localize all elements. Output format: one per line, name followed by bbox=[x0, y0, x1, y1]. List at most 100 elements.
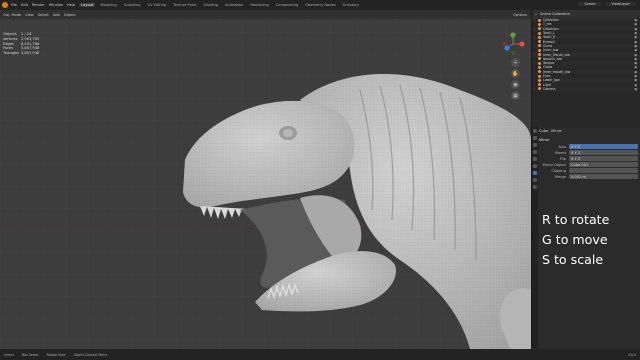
object-type-icon bbox=[538, 61, 541, 65]
scene-selector[interactable]: Scene bbox=[578, 2, 602, 6]
tab-uv-editing[interactable]: UV Editing bbox=[146, 3, 169, 7]
outliner-item[interactable]: Camera ◉ bbox=[532, 86, 640, 92]
object-type-icon bbox=[538, 70, 541, 74]
object-type-icon bbox=[538, 31, 541, 35]
field-value[interactable]: X Y Z bbox=[569, 144, 638, 149]
render-tab-icon[interactable] bbox=[533, 136, 537, 140]
caption-rotate: R to rotate bbox=[542, 212, 610, 227]
menu-window[interactable]: Window bbox=[49, 3, 63, 7]
merge-field[interactable]: Merge 0.001 m bbox=[539, 174, 638, 179]
object-type-icon bbox=[538, 18, 541, 22]
scene-tab-icon[interactable] bbox=[533, 150, 537, 154]
menu-view[interactable]: View bbox=[25, 13, 34, 17]
object-type-icon bbox=[538, 44, 541, 48]
field-value[interactable]: Cube.001 bbox=[569, 162, 638, 167]
object-type-icon bbox=[538, 83, 541, 87]
menu-select[interactable]: Select bbox=[38, 13, 49, 17]
status-bar: Select Box Select Rotate View Object Con… bbox=[0, 349, 640, 360]
stat-value: 5,807,938 bbox=[21, 51, 40, 56]
object-type-icon bbox=[538, 40, 541, 44]
outliner-panel: ⌕ Scene Collection Collection ◉ T_rex ◉ Coll… bbox=[531, 10, 640, 126]
navigation-gizmo[interactable]: + ✋ ◉ ▦ bbox=[498, 32, 528, 102]
3d-viewport[interactable]: Obj. Mode View Select Add Object Options… bbox=[0, 10, 531, 349]
mode-selector[interactable]: Obj. Mode bbox=[3, 13, 21, 17]
object-type-icon bbox=[538, 27, 541, 31]
tab-animation[interactable]: Animation bbox=[223, 3, 245, 7]
outliner-search-icon[interactable]: ⌕ bbox=[535, 12, 537, 16]
properties-header: Cube Mirror bbox=[539, 128, 638, 134]
field-value[interactable]: X Y Z bbox=[569, 156, 638, 161]
world-tab-icon[interactable] bbox=[533, 157, 537, 161]
field-label: Clipping bbox=[551, 168, 566, 173]
object-tab-icon[interactable] bbox=[533, 164, 537, 168]
physics-tab-icon[interactable] bbox=[533, 185, 537, 189]
tab-geometry-nodes[interactable]: Geometry Nodes bbox=[303, 3, 337, 7]
status-mouse-left: Select bbox=[4, 352, 14, 357]
outliner-item-label: Camera bbox=[543, 86, 556, 91]
tab-compositing[interactable]: Compositing bbox=[274, 3, 301, 7]
field-label: Bisect bbox=[555, 150, 566, 155]
status-context-menu: Object Context Menu bbox=[73, 352, 108, 357]
field-label: Mirror Object bbox=[542, 162, 566, 167]
menu-render[interactable]: Render bbox=[32, 3, 45, 7]
shortcut-caption: R to rotate G to move S to scale bbox=[542, 210, 609, 270]
tool-tab-icon[interactable] bbox=[533, 129, 537, 133]
tab-texture-paint[interactable]: Texture Paint bbox=[171, 3, 198, 7]
status-rotate-view: Rotate View bbox=[46, 352, 66, 357]
tab-layout[interactable]: Layout bbox=[79, 3, 96, 7]
axis-field[interactable]: Axis X Y Z bbox=[539, 144, 638, 149]
field-label: Axis bbox=[558, 144, 566, 149]
bisect-field[interactable]: Bisect X Y Z bbox=[539, 150, 638, 155]
version-label: 3.6.0 bbox=[627, 352, 636, 357]
object-type-icon bbox=[538, 78, 541, 82]
outliner-list: Collection ◉ T_rex ◉ Collection ◉ Tooth_L ◉ Toot… bbox=[532, 18, 640, 92]
object-type-icon bbox=[538, 74, 541, 78]
output-tab-icon[interactable] bbox=[533, 143, 537, 147]
outliner-title: Scene Collection bbox=[540, 12, 570, 16]
field-value[interactable]: 0.001 m bbox=[569, 174, 638, 179]
caption-move: G to move bbox=[542, 232, 608, 247]
field-value[interactable] bbox=[569, 168, 638, 173]
object-type-icon bbox=[538, 87, 541, 91]
modifier-wrench-icon[interactable] bbox=[533, 171, 537, 175]
axis-gizmo-icon[interactable] bbox=[498, 32, 528, 56]
particles-tab-icon[interactable] bbox=[533, 178, 537, 182]
tab-modeling[interactable]: Modeling bbox=[98, 3, 118, 7]
field-label: Merge bbox=[554, 174, 566, 179]
tab-sculpting[interactable]: Sculpting bbox=[122, 3, 143, 7]
status-box-select: Box Select bbox=[21, 352, 39, 357]
object-type-icon bbox=[538, 53, 541, 57]
grid-view-icon[interactable]: ▦ bbox=[511, 91, 520, 100]
stat-label: Triangles bbox=[3, 51, 19, 56]
field-label: Flip bbox=[559, 156, 566, 161]
options-button[interactable]: Options bbox=[513, 13, 527, 17]
flip-field[interactable]: Flip X Y Z bbox=[539, 156, 638, 161]
object-type-icon bbox=[538, 57, 541, 61]
top-menu-bar: File Edit Render Window Help Layout Mode… bbox=[0, 0, 640, 10]
menu-help[interactable]: Help bbox=[67, 3, 75, 7]
menu-object[interactable]: Object bbox=[64, 13, 76, 17]
blender-logo-icon[interactable] bbox=[2, 2, 8, 8]
clipping-field[interactable]: Clipping bbox=[539, 168, 638, 173]
tab-rendering[interactable]: Rendering bbox=[248, 3, 270, 7]
view-layer-selector[interactable]: ViewLayer bbox=[605, 2, 636, 6]
scene-statistics: Objects 1 / 16 Vertices 2,903,705 Edges 8,5… bbox=[3, 32, 39, 56]
camera-view-icon[interactable]: ◉ bbox=[511, 80, 520, 89]
menu-edit[interactable]: Edit bbox=[21, 3, 28, 7]
modifier-panel-title[interactable]: Mirror bbox=[539, 137, 638, 143]
caption-scale: S to scale bbox=[542, 252, 604, 267]
mirror-object-field[interactable]: Mirror Object Cube.001 bbox=[539, 162, 638, 167]
menu-add[interactable]: Add bbox=[53, 13, 60, 17]
field-value[interactable]: X Y Z bbox=[569, 150, 638, 155]
modifier-name: Mirror bbox=[551, 129, 562, 133]
zoom-icon[interactable]: + bbox=[511, 58, 520, 67]
tab-shading[interactable]: Shading bbox=[201, 3, 220, 7]
viewport-scene[interactable] bbox=[0, 10, 531, 349]
properties-tabs bbox=[532, 126, 538, 349]
viewport-header: Obj. Mode View Select Add Object Options bbox=[0, 10, 531, 19]
outliner-header: ⌕ Scene Collection bbox=[532, 10, 640, 18]
tab-scripting[interactable]: Scripting bbox=[341, 3, 361, 7]
visibility-eye-icon[interactable]: ◉ bbox=[634, 87, 637, 91]
menu-file[interactable]: File bbox=[11, 3, 17, 7]
pan-hand-icon[interactable]: ✋ bbox=[511, 69, 520, 78]
